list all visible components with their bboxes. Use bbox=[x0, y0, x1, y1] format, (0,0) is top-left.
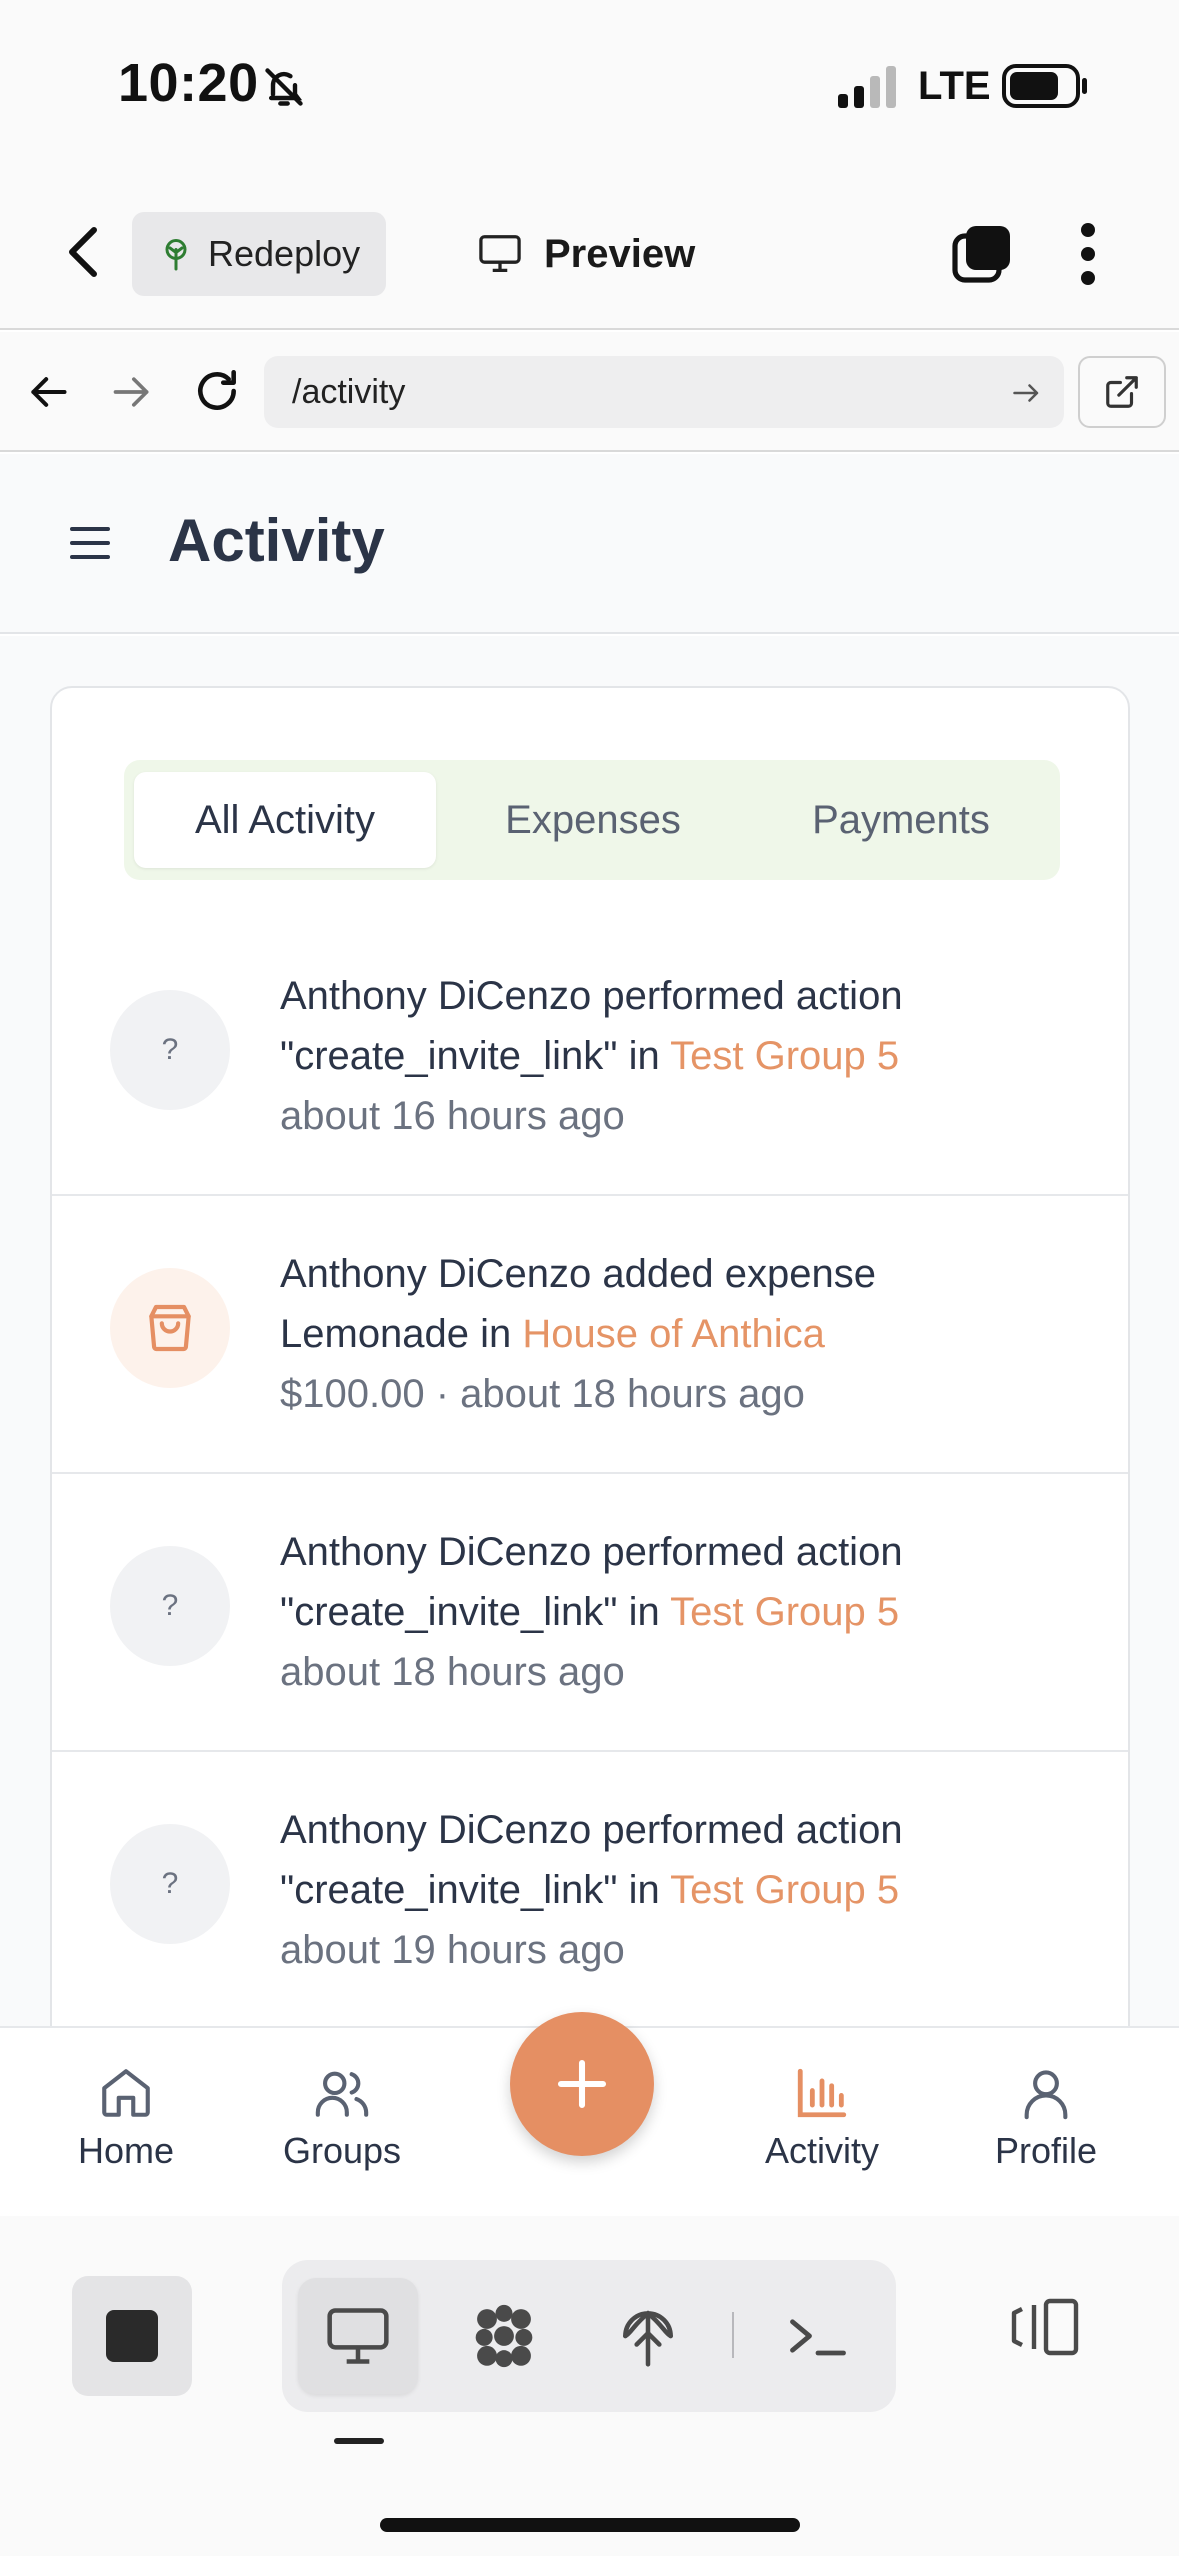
activity-detail: "create_invite_link" in bbox=[280, 1590, 671, 1634]
stop-icon bbox=[106, 2310, 158, 2362]
unknown-action-avatar: ? bbox=[110, 1546, 230, 1666]
deploy-mode-button[interactable] bbox=[588, 2278, 708, 2394]
split-panel-icon[interactable] bbox=[1010, 2296, 1082, 2358]
activity-line: Anthony DiCenzo performed action bbox=[280, 974, 903, 1018]
activity-time: about 16 hours ago bbox=[280, 1094, 625, 1138]
filter-tabs: All Activity Expenses Payments bbox=[124, 760, 1060, 880]
activity-detail: "create_invite_link" in bbox=[280, 1034, 671, 1078]
activity-item[interactable]: ? Anthony DiCenzo performed action "crea… bbox=[52, 1474, 1128, 1752]
ai-cluster-icon bbox=[475, 2304, 533, 2368]
nav-activity[interactable]: Activity bbox=[732, 2064, 912, 2184]
url-input[interactable]: /activity bbox=[264, 356, 1064, 428]
home-indicator bbox=[380, 2518, 800, 2532]
more-options-icon[interactable] bbox=[1068, 222, 1108, 286]
activity-item[interactable]: Anthony DiCenzo added expense Lemonade i… bbox=[52, 1196, 1128, 1474]
add-button[interactable] bbox=[510, 2012, 654, 2156]
activity-line: "create_invite_link" in Test Group 5 bbox=[280, 1026, 1100, 1086]
top-toolbar: Redeploy Preview bbox=[0, 170, 1179, 330]
expense-avatar bbox=[110, 1268, 230, 1388]
bar-chart-icon bbox=[797, 2068, 847, 2118]
reload-icon[interactable] bbox=[192, 366, 242, 416]
battery-icon bbox=[1002, 64, 1087, 108]
redeploy-label: Redeploy bbox=[208, 233, 361, 274]
back-chevron-icon[interactable] bbox=[62, 226, 106, 278]
tab-expenses[interactable]: Expenses bbox=[442, 772, 744, 868]
main-content[interactable]: All Activity Expenses Payments ? Anthony… bbox=[0, 636, 1179, 2026]
activity-card: All Activity Expenses Payments ? Anthony… bbox=[50, 686, 1130, 2026]
bell-off-icon bbox=[265, 68, 303, 106]
stop-button[interactable] bbox=[72, 2276, 192, 2396]
browser-forward-icon[interactable] bbox=[110, 370, 154, 414]
activity-text: Anthony DiCenzo performed action "create… bbox=[280, 1800, 1100, 1980]
group-link[interactable]: Test Group 5 bbox=[670, 1868, 899, 1912]
tab-all-activity[interactable]: All Activity bbox=[134, 772, 436, 868]
plus-icon bbox=[557, 2059, 607, 2109]
activity-item[interactable]: ? Anthony DiCenzo performed action "crea… bbox=[52, 1752, 1128, 2026]
page-title: Activity bbox=[168, 507, 385, 574]
nav-groups-label: Groups bbox=[282, 2130, 402, 2171]
activity-time: $100.00 · about 18 hours ago bbox=[280, 1372, 805, 1416]
monitor-icon bbox=[479, 235, 521, 272]
unknown-action-avatar: ? bbox=[110, 990, 230, 1110]
group-link[interactable]: Test Group 5 bbox=[670, 1034, 899, 1078]
home-icon bbox=[102, 2069, 150, 2117]
monitor-icon bbox=[327, 2308, 389, 2364]
activity-text: Anthony DiCenzo performed action "create… bbox=[280, 1522, 1100, 1702]
go-arrow-icon[interactable] bbox=[1012, 380, 1042, 406]
activity-item[interactable]: ? Anthony DiCenzo performed action "crea… bbox=[52, 918, 1128, 1196]
tree-icon bbox=[623, 2310, 673, 2367]
activity-line: Anthony DiCenzo performed action bbox=[280, 1530, 903, 1574]
activity-detail: Lemonade in bbox=[280, 1312, 523, 1356]
view-mode-group bbox=[282, 2260, 896, 2412]
terminal-icon bbox=[790, 2319, 846, 2356]
browser-back-icon[interactable] bbox=[26, 370, 70, 414]
open-external-button[interactable] bbox=[1078, 356, 1166, 428]
menu-icon[interactable] bbox=[70, 526, 110, 560]
status-time: 10:20 bbox=[118, 53, 259, 113]
device-toolbar bbox=[0, 2216, 1179, 2556]
user-icon bbox=[1024, 2070, 1068, 2120]
shopping-bag-icon bbox=[149, 1304, 191, 1352]
tree-icon bbox=[165, 239, 187, 271]
activity-line: Lemonade in House of Anthica bbox=[280, 1304, 1100, 1364]
address-bar: /activity bbox=[0, 332, 1179, 452]
activity-line: Anthony DiCenzo performed action bbox=[280, 1808, 903, 1852]
divider bbox=[732, 2312, 734, 2358]
external-link-icon bbox=[1106, 376, 1138, 408]
activity-time: about 19 hours ago bbox=[280, 1928, 625, 1972]
activity-line: "create_invite_link" in Test Group 5 bbox=[280, 1860, 1100, 1920]
activity-line: Anthony DiCenzo added expense bbox=[280, 1252, 876, 1296]
nav-home-label: Home bbox=[77, 2130, 175, 2171]
group-link[interactable]: Test Group 5 bbox=[670, 1590, 899, 1634]
agent-mode-button[interactable] bbox=[444, 2278, 564, 2394]
redeploy-button[interactable]: Redeploy bbox=[132, 212, 386, 296]
activity-detail: "create_invite_link" in bbox=[280, 1868, 671, 1912]
tab-payments[interactable]: Payments bbox=[750, 772, 1052, 868]
terminal-mode-button[interactable] bbox=[758, 2278, 878, 2394]
preview-label: Preview bbox=[544, 231, 696, 276]
group-link[interactable]: House of Anthica bbox=[522, 1312, 824, 1356]
activity-line: "create_invite_link" in Test Group 5 bbox=[280, 1582, 1100, 1642]
preview-mode-button[interactable] bbox=[298, 2278, 418, 2394]
nav-groups[interactable]: Groups bbox=[252, 2064, 432, 2184]
app-header: Activity bbox=[0, 454, 1179, 634]
activity-time: about 18 hours ago bbox=[280, 1650, 625, 1694]
tabs-icon[interactable] bbox=[952, 224, 1012, 284]
nav-activity-label: Activity bbox=[764, 2130, 879, 2171]
nav-home[interactable]: Home bbox=[36, 2064, 216, 2184]
signal-icon bbox=[838, 66, 896, 108]
status-bar: 10:20 LTE bbox=[0, 0, 1179, 170]
users-icon bbox=[315, 2071, 369, 2117]
nav-profile[interactable]: Profile bbox=[956, 2064, 1136, 2184]
active-indicator bbox=[334, 2438, 384, 2444]
nav-profile-label: Profile bbox=[994, 2130, 1098, 2171]
activity-text: Anthony DiCenzo performed action "create… bbox=[280, 966, 1100, 1146]
network-label: LTE bbox=[918, 64, 991, 108]
activity-text: Anthony DiCenzo added expense Lemonade i… bbox=[280, 1244, 1100, 1424]
unknown-action-avatar: ? bbox=[110, 1824, 230, 1944]
url-text: /activity bbox=[292, 372, 406, 411]
preview-tab[interactable]: Preview bbox=[478, 212, 695, 296]
